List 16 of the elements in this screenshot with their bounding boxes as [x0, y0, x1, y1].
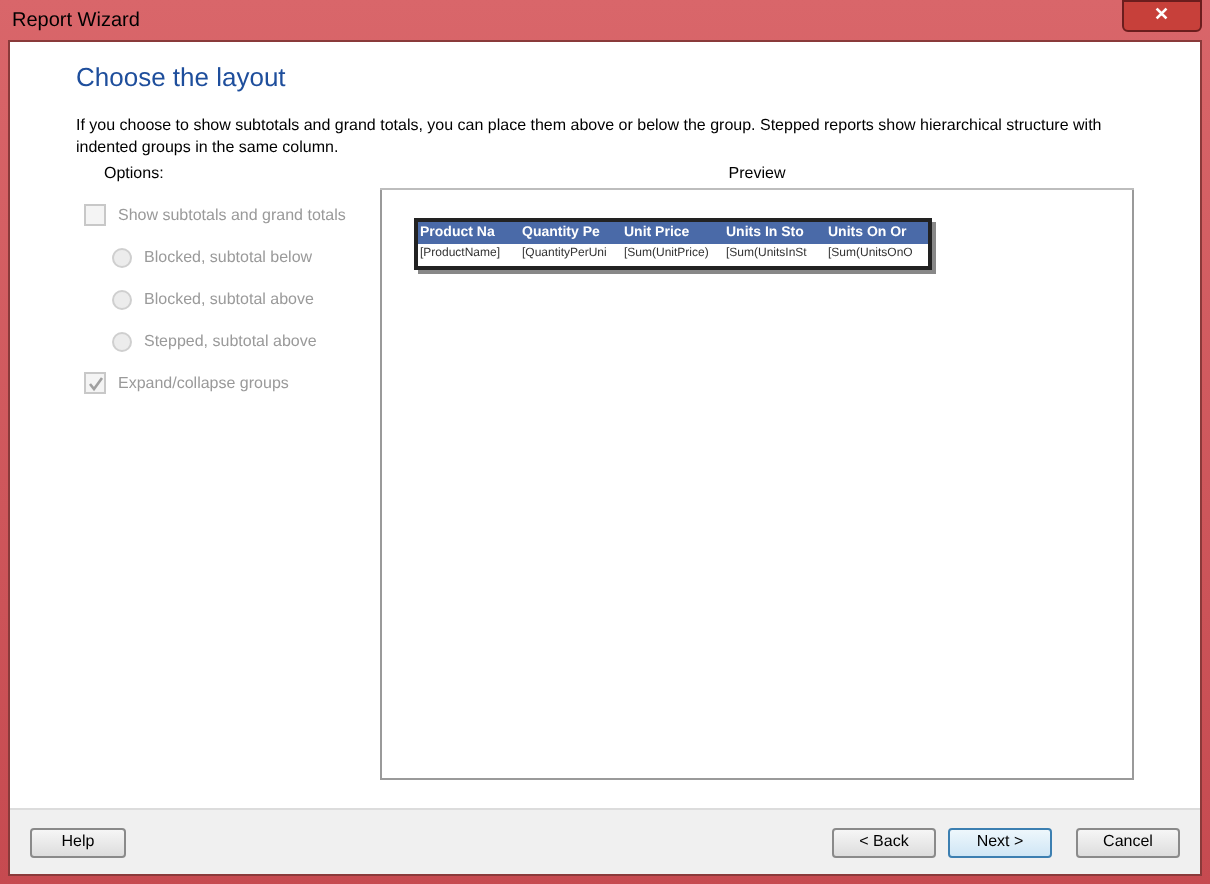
radio-label: Blocked, subtotal below [144, 245, 313, 269]
window-title: Report Wizard [12, 7, 140, 35]
back-button[interactable]: < Back [832, 827, 936, 857]
radio-label: Blocked, subtotal above [144, 287, 314, 311]
cancel-button[interactable]: Cancel [1076, 827, 1180, 857]
close-button[interactable]: ✕ [1122, 0, 1202, 32]
checkmark-icon [87, 375, 103, 391]
next-button[interactable]: Next > [948, 827, 1052, 857]
radio-label: Stepped, subtotal above [144, 329, 317, 353]
help-button[interactable]: Help [30, 827, 126, 857]
description-text: If you choose to show subtotals and grand totals, you can place them above or below the group. Stepped reports show hierarchical structure with indented groups in the same column. [76, 113, 1104, 157]
page-heading: Choose the layout [76, 60, 288, 96]
options-label: Options: [102, 161, 166, 185]
checkbox-label: Show subtotals and grand totals [118, 203, 346, 227]
checkbox-label: Expand/collapse groups [118, 371, 289, 395]
preview-label: Preview [728, 161, 786, 185]
